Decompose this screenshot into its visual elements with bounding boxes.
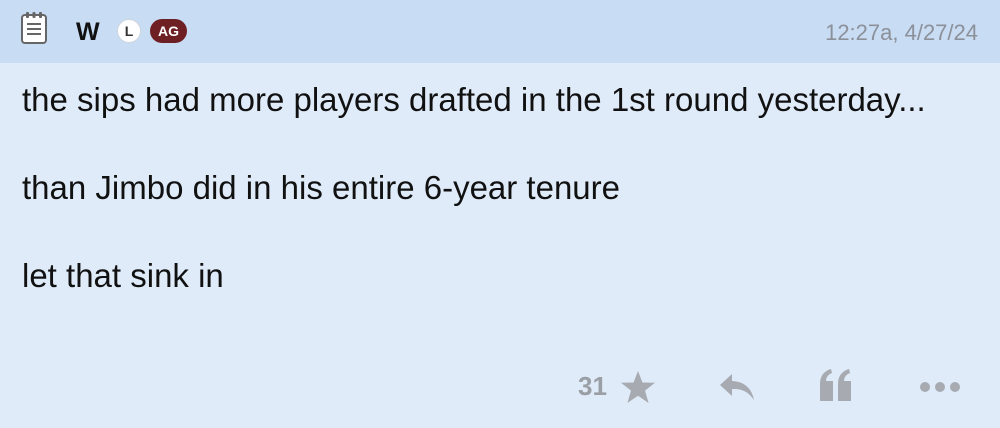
- post-line: the sips had more players drafted in the…: [22, 81, 926, 118]
- post-body: the sips had more players drafted in the…: [22, 78, 972, 298]
- like-count: 31: [578, 371, 607, 401]
- reply-icon[interactable]: [718, 372, 756, 402]
- level-badge: L: [117, 19, 141, 43]
- post-line: let that sink in: [22, 257, 224, 294]
- team-badge: AG: [150, 19, 187, 43]
- post-header: W L AG 12:27a, 4/27/24: [0, 0, 1000, 63]
- notepad-icon[interactable]: [20, 11, 48, 45]
- post-line: than Jimbo did in his entire 6-year tenu…: [22, 169, 620, 206]
- post-timestamp[interactable]: 12:27a, 4/27/24: [825, 20, 978, 46]
- post-card: W L AG 12:27a, 4/27/24 the sips had more…: [0, 0, 1000, 428]
- author-name[interactable]: W: [76, 18, 100, 46]
- star-icon[interactable]: [620, 370, 656, 404]
- post-actions: 31: [0, 360, 1000, 412]
- quote-icon[interactable]: [818, 368, 854, 402]
- more-dots-icon[interactable]: [918, 380, 962, 394]
